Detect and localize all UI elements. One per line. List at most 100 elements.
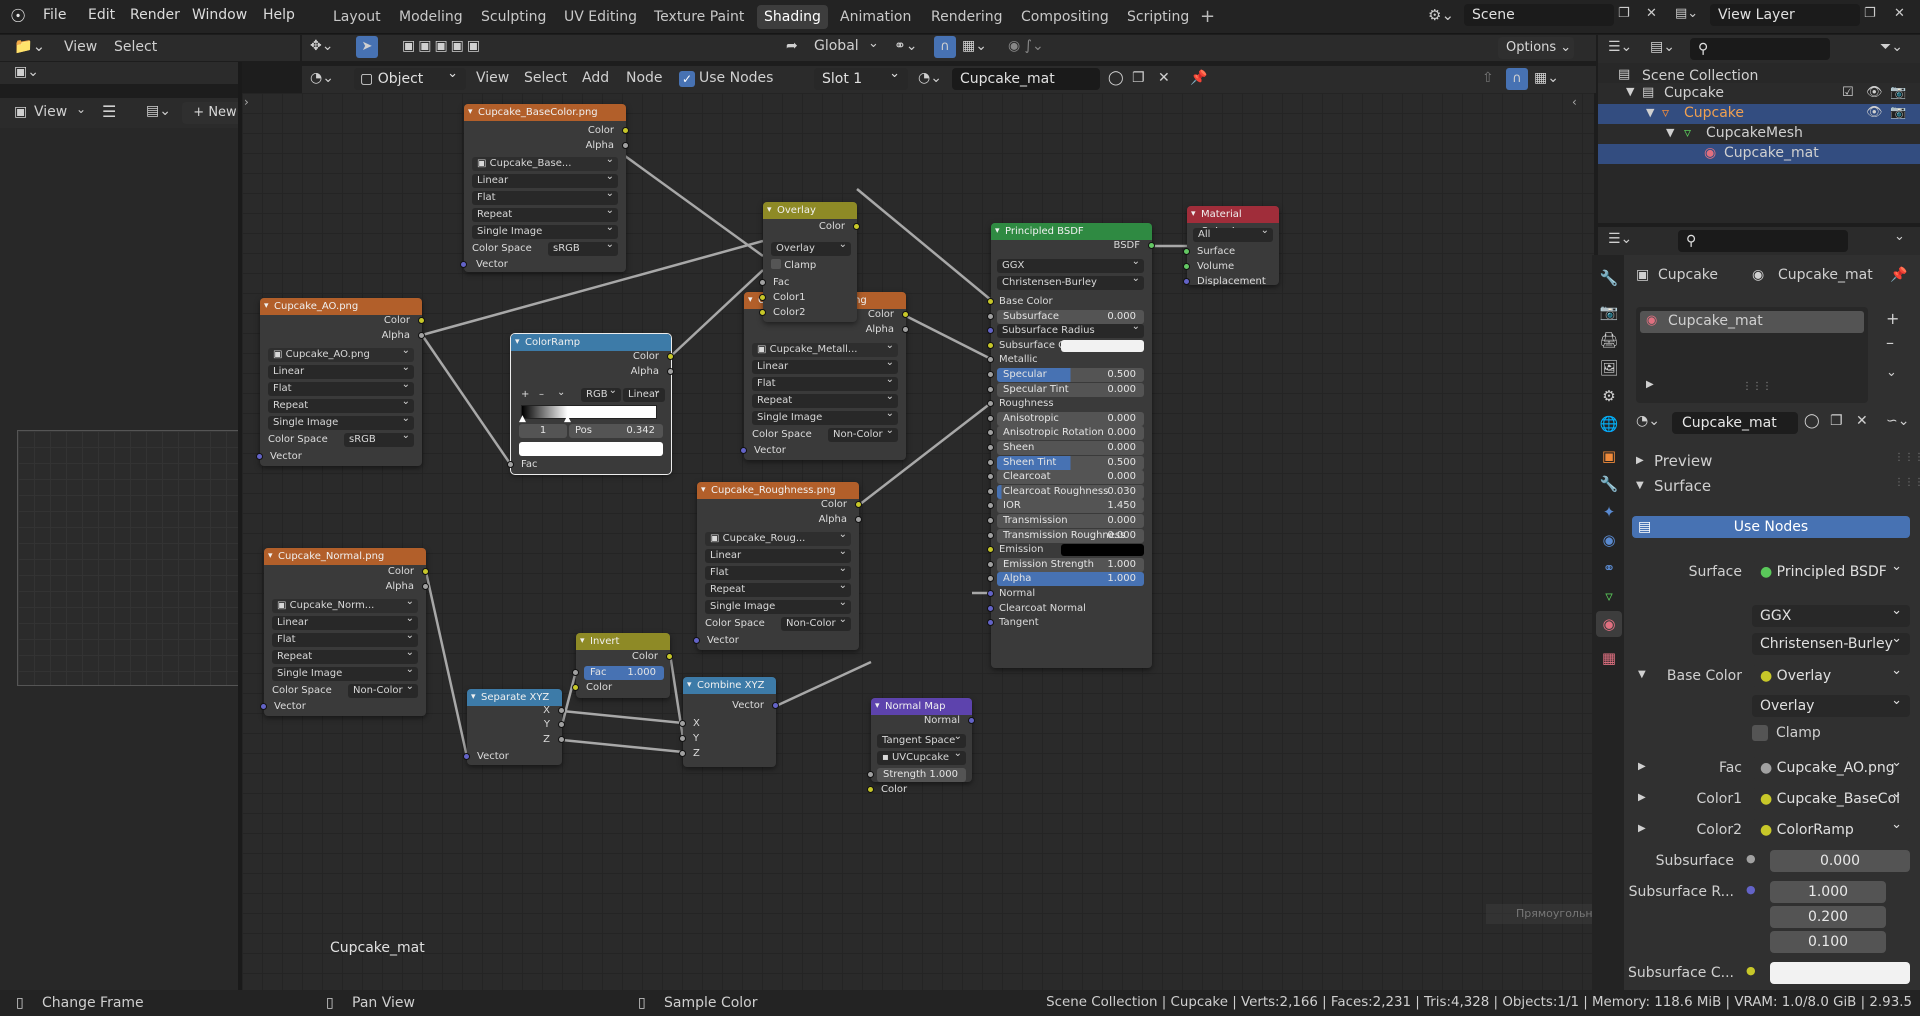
add-workspace-icon[interactable]: +	[1200, 6, 1215, 27]
render-camera-icon[interactable]: 📷	[1890, 85, 1906, 100]
snap-node-icon[interactable]: ∩	[1506, 68, 1528, 90]
filter-icon[interactable]: ⏷⌄	[1880, 39, 1903, 55]
ramp-add-icon[interactable]: +	[521, 388, 529, 402]
output-color-socket[interactable]	[422, 568, 429, 575]
fake-user-shield-icon[interactable]: ◯	[1108, 70, 1124, 86]
scene-tab-icon[interactable]: ⚙	[1596, 383, 1622, 409]
menu-add[interactable]: Add	[582, 70, 609, 86]
output-alpha-socket[interactable]	[622, 142, 629, 149]
options-dropdown[interactable]: Options ⌄	[1498, 37, 1574, 59]
input-color-socket[interactable]	[867, 786, 874, 793]
emission-color-swatch[interactable]	[1061, 544, 1144, 557]
bsdf-slider[interactable]: Sheen Tint 0.500	[997, 455, 1144, 470]
base-color-link-field[interactable]: ● Overlay	[1752, 660, 1910, 687]
outliner-row-mesh[interactable]: ▼ ▿ CupcakeMesh	[1598, 124, 1920, 144]
bsdf-slider[interactable]: Transmission 0.000	[997, 514, 1144, 528]
fake-user-icon[interactable]: ◯	[1804, 413, 1820, 429]
node-invert[interactable]: Invert Color Fac 1.000 Color	[572, 633, 673, 698]
input-vector-socket[interactable]	[260, 703, 267, 710]
subsurface-color-swatch[interactable]	[1770, 962, 1910, 984]
interpolation-dropdown[interactable]: Linear	[472, 170, 618, 188]
ramp-menu-chevron-icon[interactable]: ⌄	[557, 386, 565, 400]
node-basecolor-texture[interactable]: Cupcake_BaseColor.png Color Alpha ▣ Cupc…	[460, 104, 629, 272]
node-overlay-mix[interactable]: Overlay Color Overlay Clamp Fac Color1 C…	[759, 202, 860, 322]
bsdf-input-socket[interactable]	[987, 458, 994, 466]
bsdf-input-socket[interactable]	[987, 531, 994, 539]
render-tab-icon[interactable]: 📷	[1596, 299, 1622, 325]
output-alpha-socket[interactable]	[418, 332, 425, 339]
node-title[interactable]: Principled BSDF	[991, 223, 1152, 240]
material-browse-icon[interactable]: ◔⌄	[918, 70, 942, 86]
image-selector[interactable]: ▣ Cupcake_AO.png	[268, 344, 414, 362]
scene-icon[interactable]: ⚙⌄	[1428, 6, 1454, 24]
node-colorramp[interactable]: ColorRamp Color Alpha + – ⌄ RGB Linear ▲…	[507, 333, 674, 475]
subsurface-method-dropdown[interactable]: Christensen-Burley	[997, 272, 1144, 290]
tab-rendering[interactable]: Rendering	[924, 5, 1010, 29]
visibility-eye-icon[interactable]: 👁	[1866, 105, 1883, 120]
bsdf-slider[interactable]: Transmission Roughness 0.000	[997, 528, 1144, 543]
input-strength-socket[interactable]	[867, 771, 874, 778]
outliner-item-label[interactable]: CupcakeMesh	[1706, 125, 1803, 141]
blend-mode-dropdown[interactable]: Overlay	[771, 238, 851, 256]
input-fac-socket[interactable]	[507, 461, 514, 468]
preview-chevron-icon[interactable]: ▶	[1636, 455, 1644, 466]
subsurface-radius-y[interactable]: 0.200	[1770, 906, 1886, 928]
clamp-checkbox[interactable]	[1752, 725, 1768, 741]
preview-panel-header[interactable]: Preview	[1654, 452, 1712, 470]
proportional-icon[interactable]: ⚭⌄	[894, 38, 917, 54]
bsdf-input-socket[interactable]	[987, 414, 994, 422]
duplicate-icon[interactable]: ❐	[1830, 413, 1843, 429]
bsdf-slider[interactable]: Clearcoat 0.000	[997, 470, 1144, 485]
ramp-gradient-bar[interactable]	[521, 405, 657, 419]
unlink-icon[interactable]: ✕	[1856, 413, 1868, 429]
space-dropdown[interactable]: Tangent Space	[877, 730, 966, 748]
output-color-socket[interactable]	[666, 653, 673, 660]
physics-tab-icon[interactable]: ◉	[1596, 527, 1622, 553]
surface-panel-header[interactable]: Surface	[1654, 477, 1711, 495]
ramp-color-mode-dropdown[interactable]: RGB	[581, 384, 621, 402]
render-camera-icon[interactable]: 📷	[1890, 105, 1906, 120]
node-principled-bsdf[interactable]: Principled BSDF BSDF GGX Christensen-Bur…	[987, 223, 1155, 668]
node-title[interactable]: Normal Map	[871, 698, 972, 715]
view-layer-copy-icon[interactable]: ❐	[1864, 6, 1876, 21]
image-selector[interactable]: ▣ Cupcake_Roug...	[705, 528, 851, 546]
image-selector[interactable]: ▣ Cupcake_Norm...	[272, 595, 418, 613]
modifier-tab-icon[interactable]: 🔧	[1596, 471, 1622, 497]
bsdf-slider[interactable]: Specular 0.500	[997, 368, 1144, 382]
input-surface-socket[interactable]	[1183, 248, 1190, 255]
tab-sculpting[interactable]: Sculpting	[474, 5, 553, 29]
blender-logo-icon[interactable]: ☉	[10, 6, 32, 28]
view-layer-tab-icon[interactable]: 🖼	[1596, 355, 1622, 381]
remove-slot-icon[interactable]: –	[1886, 333, 1894, 352]
expand-chevron-icon[interactable]: ▼	[1666, 126, 1674, 139]
material-name-field[interactable]: Cupcake_mat	[952, 68, 1100, 90]
projection-dropdown[interactable]: Flat	[752, 373, 898, 391]
subsurface-color-socket-icon[interactable]: ●	[1746, 964, 1756, 977]
node-link-icon[interactable]: ∽⌄	[1886, 413, 1909, 429]
extension-dropdown[interactable]: Repeat	[752, 390, 898, 408]
base-color-chevron-icon[interactable]: ▼	[1638, 669, 1646, 680]
select-tool-icon[interactable]: ➤	[356, 36, 378, 58]
node-combine-xyz[interactable]: Combine XYZ Vector X Y Z	[679, 677, 779, 767]
bsdf-slider[interactable]: Specular Tint 0.000	[997, 382, 1144, 397]
input-vector-socket[interactable]	[460, 261, 467, 268]
scene-remove-icon[interactable]: ✕	[1646, 6, 1657, 21]
ramp-interpolation-dropdown[interactable]: Linear	[623, 384, 665, 402]
fac-slider[interactable]: Fac 1.000	[584, 666, 664, 680]
source-dropdown[interactable]: Single Image	[268, 412, 414, 430]
image-view-dropdown[interactable]: View	[34, 104, 67, 120]
properties-type-icon[interactable]: ☰⌄	[1608, 231, 1632, 247]
visibility-eye-icon[interactable]: 👁	[1866, 85, 1883, 100]
output-y-socket[interactable]	[558, 721, 565, 728]
subsurface-socket-icon[interactable]: ●	[1746, 852, 1756, 865]
clamp-checkbox[interactable]: Clamp	[771, 259, 816, 273]
outliner-row-collection[interactable]: ▼ ▤ Cupcake ☑ 👁 📷	[1598, 83, 1920, 104]
output-vector-socket[interactable]	[772, 702, 779, 709]
input-vector-socket[interactable]	[256, 453, 263, 460]
material-slot-list[interactable]: ◉ Cupcake_mat ▶ ⋮⋮⋮	[1636, 307, 1868, 403]
bsdf-input-socket[interactable]	[987, 546, 994, 554]
source-dropdown[interactable]: Single Image	[705, 596, 851, 614]
input-z-socket[interactable]	[679, 750, 686, 757]
node-ao-texture[interactable]: Cupcake_AO.png Color Alpha ▣ Cupcake_AO.…	[256, 298, 425, 466]
bsdf-input-socket[interactable]	[987, 502, 994, 510]
